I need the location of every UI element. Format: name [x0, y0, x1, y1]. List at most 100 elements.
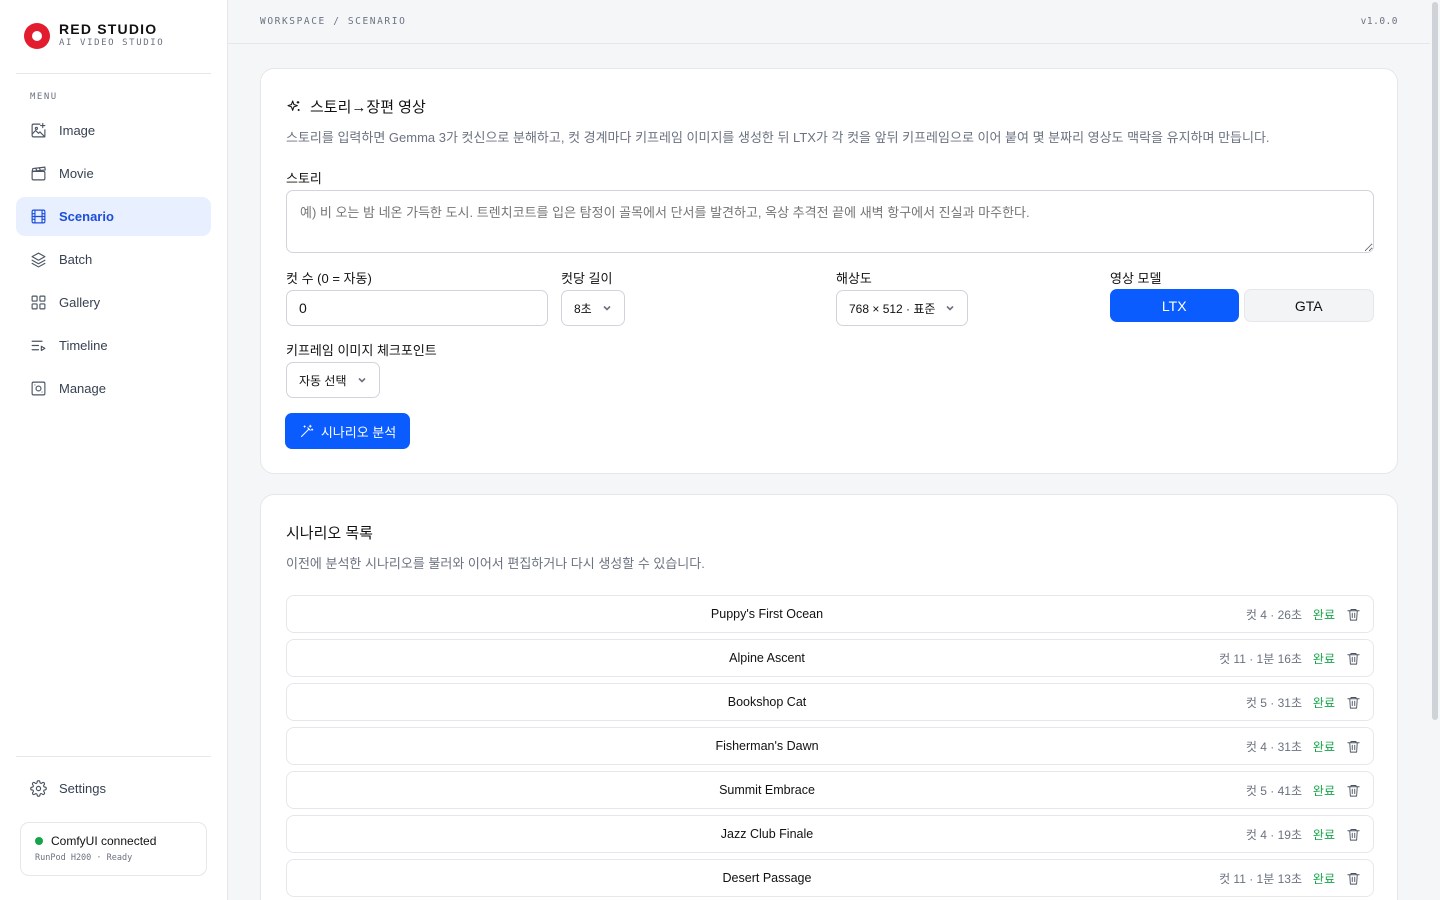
delete-scenario-button[interactable]	[1346, 871, 1361, 886]
trash-icon	[1347, 652, 1360, 665]
menu-label: MENU	[30, 92, 58, 102]
sidebar-nav: Image Movie Scenario Batch Gallery Timel…	[16, 111, 211, 412]
scrollbar-thumb[interactable]	[1432, 2, 1438, 720]
scenario-list-card: 시나리오 목록 이전에 분석한 시나리오를 불러와 이어서 편집하거나 다시 생…	[260, 494, 1398, 900]
model-option-ltx[interactable]: LTX	[1110, 289, 1239, 322]
connection-status-card: ComfyUI connected RunPod H200 · Ready	[20, 822, 207, 876]
sidebar-item-timeline[interactable]: Timeline	[16, 326, 211, 365]
brand[interactable]: RED STUDIO AI VIDEO STUDIO	[24, 22, 164, 49]
sidebar: RED STUDIO AI VIDEO STUDIO MENU Image Mo…	[0, 0, 228, 900]
model-toggle: LTX GTA	[1110, 289, 1374, 322]
sidebar-item-movie[interactable]: Movie	[16, 154, 211, 193]
sidebar-item-batch[interactable]: Batch	[16, 240, 211, 279]
sidebar-item-label: Timeline	[59, 338, 108, 353]
scenario-status-badge: 완료	[1312, 695, 1335, 710]
image-plus-icon	[31, 122, 46, 138]
status-dot-icon	[35, 837, 43, 845]
sidebar-item-manage[interactable]: Manage	[16, 369, 211, 408]
cut-length-label: 컷당 길이	[561, 271, 613, 286]
scenario-status-badge: 완료	[1312, 827, 1335, 842]
trash-icon	[1347, 608, 1360, 621]
sidebar-divider	[16, 73, 211, 74]
scenario-list: Puppy's First Ocean 컷 4 · 26초 완료 Alpine …	[286, 595, 1374, 900]
analyze-scenario-button[interactable]: 시나리오 분석	[285, 413, 410, 449]
clapperboard-icon	[31, 166, 46, 181]
delete-scenario-button[interactable]	[1346, 827, 1361, 842]
sidebar-item-label: Manage	[59, 381, 106, 396]
scenario-title: Summit Embrace	[719, 783, 815, 797]
page-scrollbar[interactable]	[1430, 0, 1440, 900]
delete-scenario-button[interactable]	[1346, 607, 1361, 622]
scenario-title: Bookshop Cat	[727, 695, 807, 709]
story-to-video-card: 스토리→장편 영상 스토리를 입력하면 Gemma 3가 컷신으로 분해하고, …	[260, 68, 1398, 474]
analyze-scenario-label: 시나리오 분석	[320, 424, 397, 440]
scenario-row[interactable]: Jazz Club Finale 컷 4 · 19초 완료	[286, 815, 1374, 853]
topbar: WORKSPACE / SCENARIO v1.0.0	[228, 0, 1430, 44]
cut-length-value: 8초	[574, 301, 592, 316]
scenario-row[interactable]: Desert Passage 컷 11 · 1분 13초 완료	[286, 859, 1374, 897]
scenario-status-badge: 완료	[1312, 739, 1335, 754]
scenario-status-badge: 완료	[1312, 651, 1335, 666]
delete-scenario-button[interactable]	[1346, 783, 1361, 798]
brand-logo-icon	[24, 22, 50, 49]
trash-icon	[1347, 784, 1360, 797]
cuts-label: 컷 수 (0 = 자동)	[286, 271, 372, 286]
scenario-meta: 컷 4 · 26초	[1245, 607, 1302, 622]
chevron-down-icon	[603, 305, 611, 311]
sidebar-item-settings[interactable]: Settings	[16, 769, 211, 808]
layers-icon	[31, 252, 46, 268]
scenario-title: Desert Passage	[722, 871, 812, 885]
trash-icon	[1347, 872, 1360, 885]
gear-icon	[30, 780, 47, 797]
list-play-icon	[31, 340, 46, 352]
chevron-down-icon	[357, 377, 366, 383]
sidebar-item-gallery[interactable]: Gallery	[16, 283, 211, 322]
sparkles-icon	[287, 99, 300, 111]
checkpoint-select[interactable]: 자동 선택	[286, 362, 380, 398]
scenario-status-badge: 완료	[1312, 871, 1335, 886]
scenario-meta: 컷 5 · 31초	[1245, 695, 1302, 710]
scenario-row[interactable]: Bookshop Cat 컷 5 · 31초 완료	[286, 683, 1374, 721]
delete-scenario-button[interactable]	[1346, 695, 1361, 710]
resolution-select[interactable]: 768 × 512 · 표준	[836, 290, 969, 326]
cut-length-select[interactable]: 8초	[561, 290, 625, 326]
magic-wand-icon	[300, 424, 314, 437]
grid-icon	[31, 295, 46, 310]
scenario-row[interactable]: Alpine Ascent 컷 11 · 1분 16초 완료	[286, 639, 1374, 677]
story-label: 스토리	[286, 171, 322, 186]
brand-subtitle: AI VIDEO STUDIO	[59, 38, 165, 48]
scenario-row[interactable]: Puppy's First Ocean 컷 4 · 26초 완료	[286, 595, 1374, 633]
sidebar-item-label: Scenario	[59, 209, 114, 224]
story-card-title-text: 스토리→장편 영상	[310, 99, 426, 116]
scenario-title: Fisherman's Dawn	[715, 739, 819, 753]
manage-icon	[31, 381, 46, 396]
connection-status-detail: RunPod H200 · Ready	[35, 853, 133, 863]
checkpoint-label: 키프레임 이미지 체크포인트	[286, 343, 437, 358]
story-input[interactable]	[286, 190, 1374, 253]
scenario-status-badge: 완료	[1312, 607, 1335, 622]
sidebar-item-label: Gallery	[59, 295, 101, 310]
scenario-meta: 컷 11 · 1분 16초	[1219, 651, 1302, 666]
scenario-row[interactable]: Summit Embrace 컷 5 · 41초 완료	[286, 771, 1374, 809]
cuts-input[interactable]	[286, 290, 548, 326]
model-option-gta[interactable]: GTA	[1243, 289, 1374, 322]
scenario-meta: 컷 5 · 41초	[1245, 783, 1302, 798]
sidebar-item-scenario[interactable]: Scenario	[16, 197, 211, 236]
connection-status-title: ComfyUI connected	[51, 834, 157, 848]
sidebar-item-image[interactable]: Image	[16, 111, 211, 150]
story-card-title: 스토리→장편 영상	[286, 96, 426, 117]
scenario-status-badge: 완료	[1312, 783, 1335, 798]
story-card-description: 스토리를 입력하면 Gemma 3가 컷신으로 분해하고, 컷 경계마다 키프레…	[286, 130, 1270, 145]
trash-icon	[1347, 828, 1360, 841]
scenario-row[interactable]: Fisherman's Dawn 컷 4 · 31초 완료	[286, 727, 1374, 765]
scenario-meta: 컷 4 · 19초	[1245, 827, 1302, 842]
trash-icon	[1347, 696, 1360, 709]
model-label: 영상 모델	[1110, 271, 1162, 286]
delete-scenario-button[interactable]	[1346, 651, 1361, 666]
delete-scenario-button[interactable]	[1346, 739, 1361, 754]
sidebar-item-label: Image	[59, 123, 96, 138]
scenario-meta: 컷 4 · 31초	[1245, 739, 1302, 754]
checkpoint-value: 자동 선택	[299, 373, 347, 388]
chevron-down-icon	[946, 305, 955, 311]
sidebar-item-label: Settings	[59, 781, 106, 796]
